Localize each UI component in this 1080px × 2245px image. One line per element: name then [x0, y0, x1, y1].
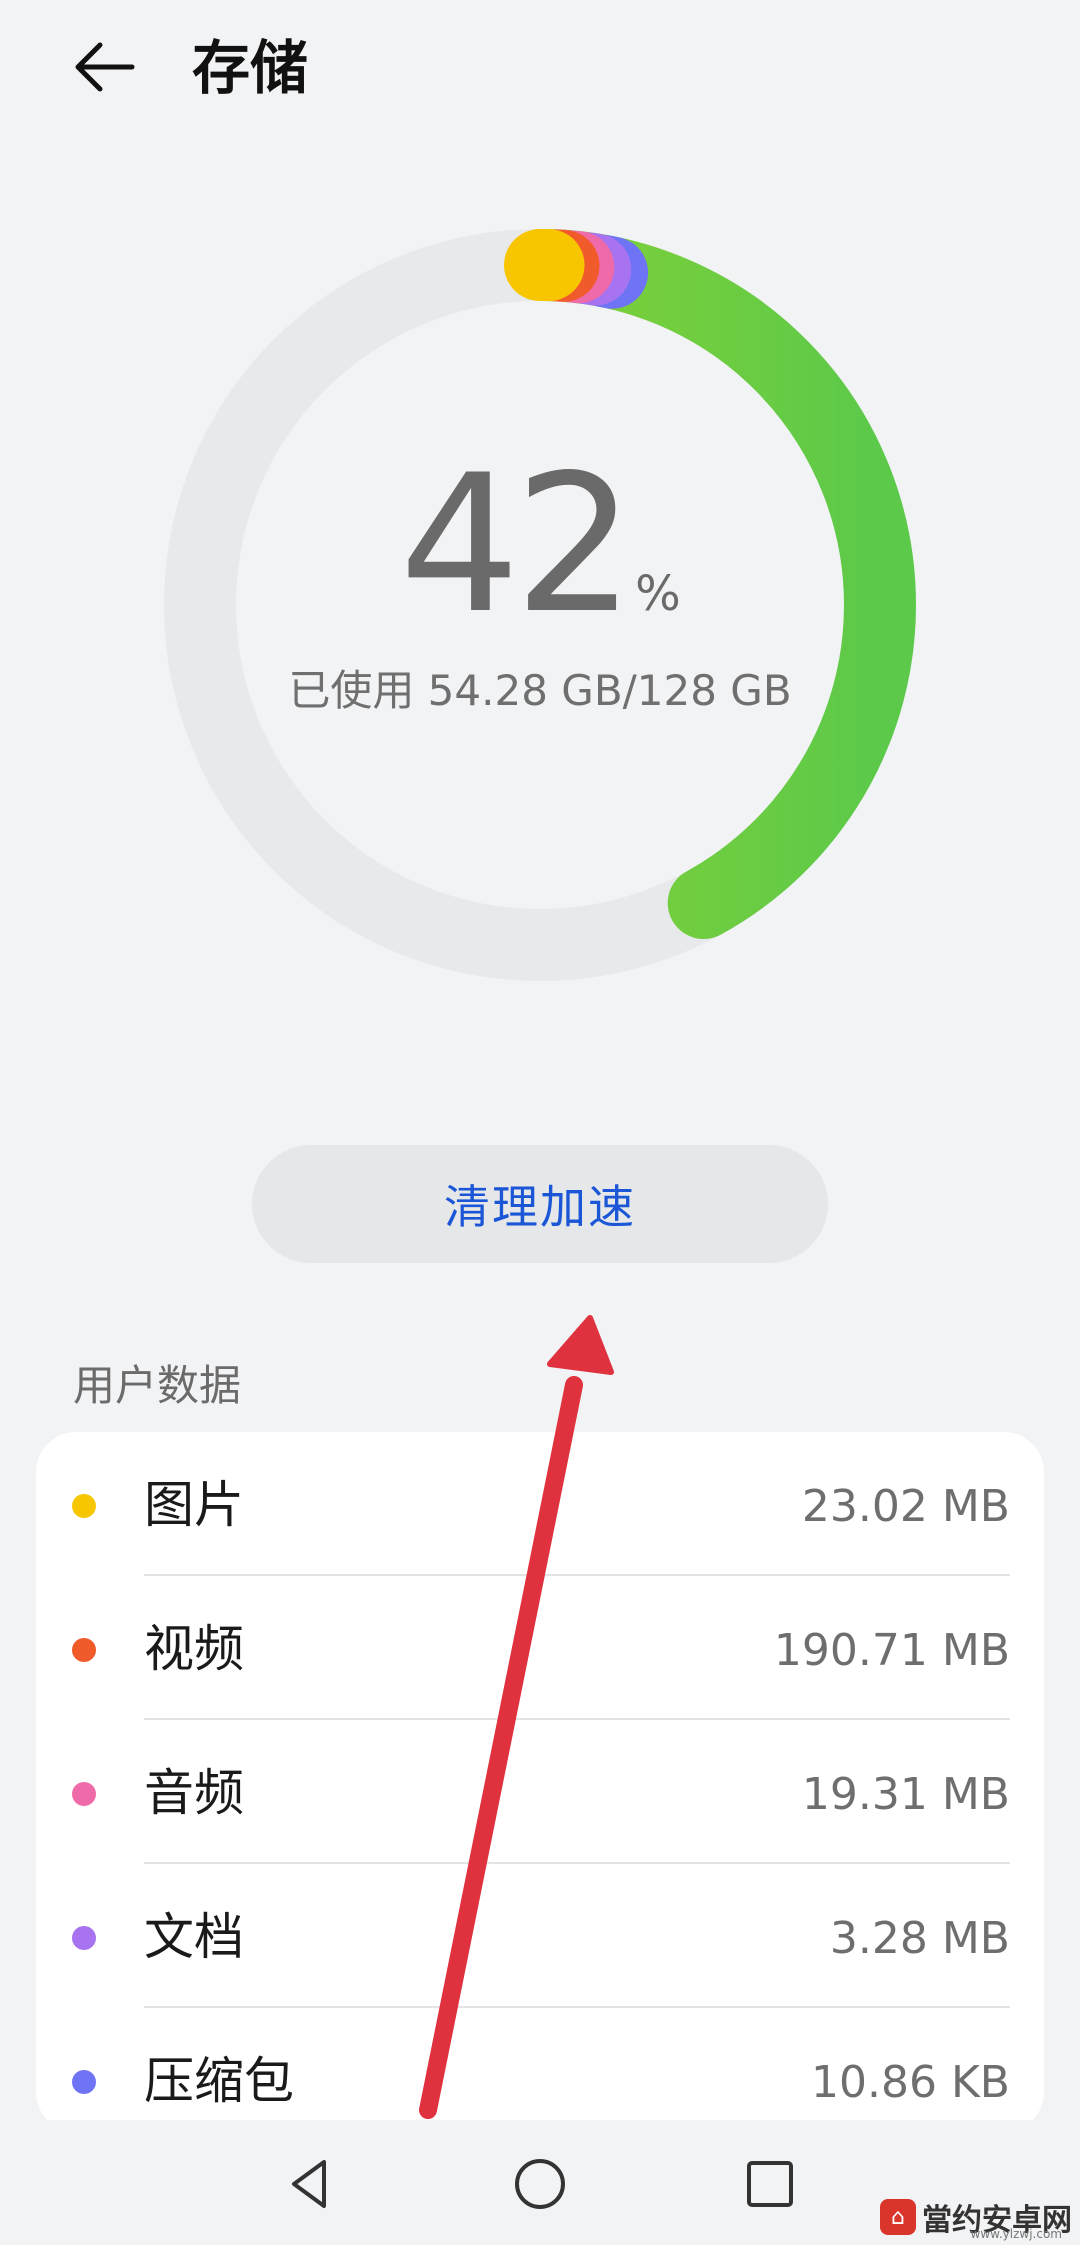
archives-dot-icon	[72, 2070, 96, 2094]
user-data-title: 用户数据	[73, 1361, 242, 1410]
percent-value: 42	[399, 434, 635, 655]
nav-home-button[interactable]	[500, 2144, 580, 2224]
watermark: ⌂ 當约安卓网 www.ylzwj.com	[880, 2195, 1072, 2241]
list-item-archives[interactable]: 压缩包 10.86 KB	[36, 2008, 1044, 2132]
item-value: 190.71 MB	[773, 1625, 1010, 1676]
percent-sign: %	[635, 566, 681, 622]
app-header: 存储	[0, 0, 1080, 140]
watermark-url: www.ylzwj.com	[970, 2227, 1062, 2241]
nav-recents-button[interactable]	[730, 2144, 810, 2224]
item-label: 音频	[144, 1764, 244, 1822]
user-data-list: 图片 23.02 MB 视频 190.71 MB 音频 19.31 MB 文档 …	[36, 1432, 1044, 2132]
list-item-videos[interactable]: 视频 190.71 MB	[36, 1576, 1044, 1720]
arrow-left-icon	[75, 42, 135, 92]
item-label: 压缩包	[144, 2052, 294, 2110]
storage-ring: 42% 已使用 54.28 GB/128 GB	[160, 225, 920, 985]
triangle-back-icon	[292, 2160, 326, 2208]
audio-dot-icon	[72, 1782, 96, 1806]
back-button[interactable]	[60, 22, 150, 112]
watermark-logo-icon: ⌂	[880, 2199, 916, 2235]
videos-dot-icon	[72, 1638, 96, 1662]
nav-back-button[interactable]	[270, 2144, 350, 2224]
item-value: 3.28 MB	[829, 1913, 1010, 1964]
item-label: 视频	[144, 1620, 244, 1678]
item-value: 10.86 KB	[811, 2057, 1010, 2108]
circle-home-icon	[515, 2159, 565, 2209]
clean-speedup-button[interactable]: 清理加速	[252, 1145, 828, 1263]
item-value: 23.02 MB	[801, 1481, 1010, 1532]
documents-dot-icon	[72, 1926, 96, 1950]
item-value: 19.31 MB	[801, 1769, 1010, 1820]
item-label: 文档	[144, 1908, 244, 1966]
page-title: 存储	[192, 34, 309, 102]
list-item-documents[interactable]: 文档 3.28 MB	[36, 1864, 1044, 2008]
images-dot-icon	[72, 1494, 96, 1518]
usage-text: 已使用 54.28 GB/128 GB	[288, 666, 792, 715]
percent-display: 42%	[160, 445, 920, 645]
square-recents-icon	[747, 2161, 793, 2207]
list-item-audio[interactable]: 音频 19.31 MB	[36, 1720, 1044, 1864]
list-item-images[interactable]: 图片 23.02 MB	[36, 1432, 1044, 1576]
item-label: 图片	[144, 1476, 244, 1534]
